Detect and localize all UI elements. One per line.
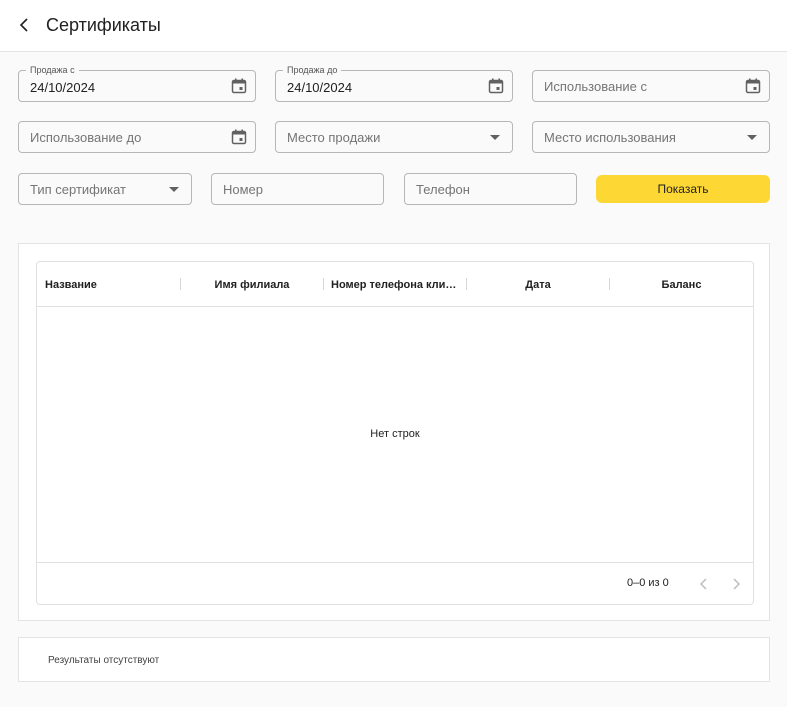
- back-button[interactable]: [14, 14, 34, 36]
- number-input[interactable]: Номер: [211, 173, 384, 205]
- sale-place-select[interactable]: Место продажи: [275, 121, 513, 153]
- column-header-client-phone[interactable]: Номер телефона клиента: [331, 262, 461, 307]
- dropdown-arrow-icon: [747, 135, 757, 140]
- app-header: Сертификаты: [0, 0, 787, 52]
- sale-from-field[interactable]: Продажа с 24/10/2024: [18, 65, 256, 102]
- column-separator[interactable]: [323, 278, 324, 290]
- sale-place-placeholder: Место продажи: [287, 130, 381, 145]
- data-grid: Название Имя филиала Номер телефона клие…: [36, 261, 754, 605]
- usage-to-field[interactable]: Использование до: [18, 121, 256, 153]
- usage-from-field[interactable]: Использование с: [532, 70, 770, 102]
- pagination-info: 0–0 из 0: [627, 577, 669, 589]
- table-panel: Название Имя филиала Номер телефона клие…: [18, 243, 770, 621]
- usage-from-placeholder: Использование с: [544, 79, 648, 94]
- phone-placeholder: Телефон: [416, 182, 470, 197]
- calendar-icon[interactable]: [745, 78, 761, 94]
- column-header-branch[interactable]: Имя филиала: [181, 262, 323, 307]
- sale-from-value: 24/10/2024: [30, 80, 96, 95]
- usage-place-select[interactable]: Место использования: [532, 121, 770, 153]
- column-header-name[interactable]: Название: [45, 262, 175, 307]
- results-panel: Результаты отсутствуют: [18, 637, 770, 682]
- chevron-left-icon: [19, 18, 28, 32]
- sale-to-value: 24/10/2024: [287, 80, 353, 95]
- dropdown-arrow-icon: [490, 135, 500, 140]
- column-header-balance[interactable]: Баланс: [610, 262, 753, 307]
- column-header-date[interactable]: Дата: [467, 262, 609, 307]
- calendar-icon[interactable]: [231, 129, 247, 145]
- chevron-right-icon: [733, 578, 741, 590]
- usage-to-placeholder: Использование до: [30, 130, 142, 145]
- next-page-button[interactable]: [727, 575, 745, 593]
- calendar-icon[interactable]: [231, 78, 247, 94]
- grid-footer: 0–0 из 0: [37, 562, 753, 604]
- sale-from-label: Продажа с: [26, 65, 79, 76]
- grid-header: Название Имя филиала Номер телефона клие…: [37, 262, 753, 307]
- show-button[interactable]: Показать: [596, 175, 770, 203]
- cert-type-placeholder: Тип сертификат: [30, 182, 127, 197]
- page-title: Сертификаты: [46, 15, 161, 35]
- empty-state-text: Нет строк: [370, 428, 420, 440]
- calendar-icon[interactable]: [488, 78, 504, 94]
- number-placeholder: Номер: [223, 182, 264, 197]
- results-status-text: Результаты отсутствуют: [48, 655, 160, 666]
- phone-input[interactable]: Телефон: [404, 173, 577, 205]
- prev-page-button[interactable]: [695, 575, 713, 593]
- cert-type-select[interactable]: Тип сертификат: [18, 173, 192, 205]
- usage-place-placeholder: Место использования: [544, 130, 676, 145]
- chevron-left-icon: [699, 578, 707, 590]
- dropdown-arrow-icon: [169, 187, 179, 192]
- sale-to-label: Продажа до: [283, 65, 342, 76]
- sale-to-field[interactable]: Продажа до 24/10/2024: [275, 65, 513, 102]
